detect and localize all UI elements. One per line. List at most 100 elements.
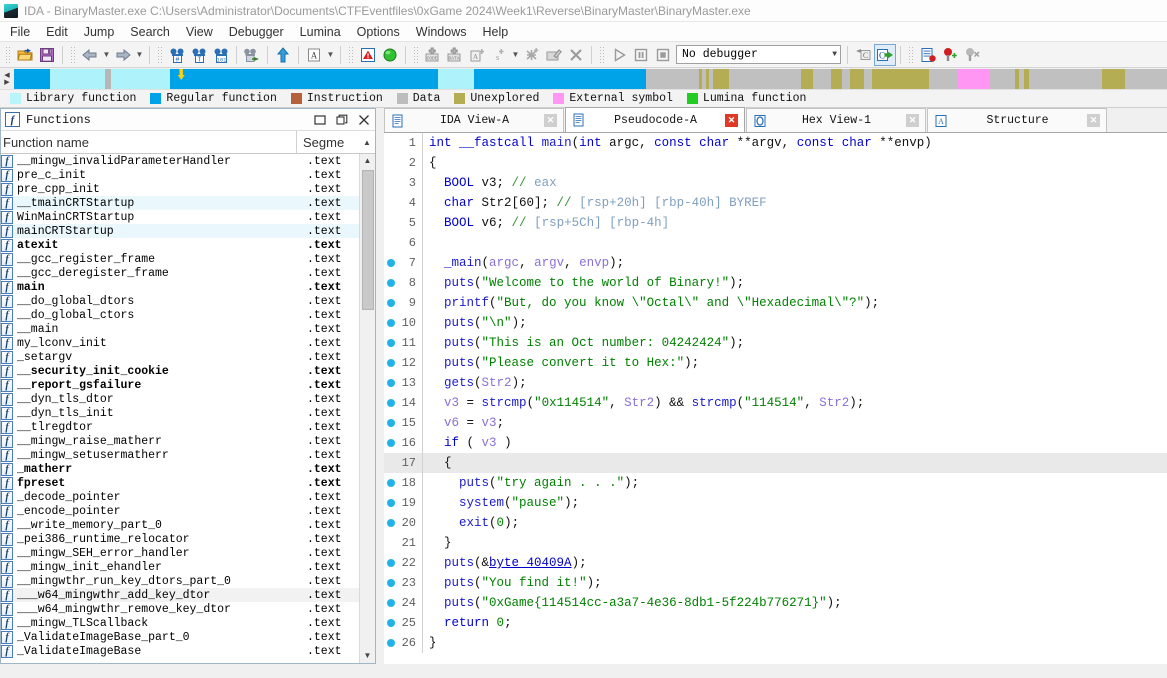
function-row[interactable]: f main .text xyxy=(1,280,359,294)
code-line[interactable]: 12 puts("Please convert it to Hex:"); xyxy=(384,353,1167,373)
breakpoint-gutter[interactable] xyxy=(384,599,398,607)
breakpoint-dot-icon[interactable] xyxy=(387,259,395,267)
function-row[interactable]: f ___w64_mingwthr_add_key_dtor .text xyxy=(1,588,359,602)
breakpoint-dot-icon[interactable] xyxy=(387,639,395,647)
code-line[interactable]: 1 int __fastcall main(int argc, const cha… xyxy=(384,133,1167,153)
function-row[interactable]: f __tmainCRTStartup .text xyxy=(1,196,359,210)
breakpoint-gutter[interactable] xyxy=(384,379,398,387)
code-line[interactable]: 13 gets(Str2); xyxy=(384,373,1167,393)
function-row[interactable]: f __mingw_invalidParameterHandler .text xyxy=(1,154,359,168)
add-struct-icon[interactable]: s xyxy=(488,44,510,66)
breakpoint-gutter[interactable] xyxy=(384,299,398,307)
functions-list[interactable]: f __mingw_invalidParameterHandler .textf pr… xyxy=(1,154,359,663)
breakpoint-gutter[interactable] xyxy=(384,479,398,487)
menu-item-file[interactable]: File xyxy=(2,23,38,41)
breakpoint-gutter[interactable] xyxy=(384,439,398,447)
jump-up-button[interactable] xyxy=(272,44,294,66)
function-row[interactable]: f _decode_pointer .text xyxy=(1,490,359,504)
toolbar-grip[interactable] xyxy=(908,45,914,64)
code-line[interactable]: 15 v6 = v3; xyxy=(384,413,1167,433)
code-line[interactable]: 20 exit(0); xyxy=(384,513,1167,533)
font-dropdown[interactable]: ▼ xyxy=(325,45,336,65)
close-x-icon[interactable]: ✕ xyxy=(906,114,919,127)
menu-item-jump[interactable]: Jump xyxy=(76,23,123,41)
function-row[interactable]: f __report_gsfailure .text xyxy=(1,378,359,392)
navigate-back-button[interactable] xyxy=(79,44,101,66)
menu-item-edit[interactable]: Edit xyxy=(38,23,76,41)
tab-pseudocode-a[interactable]: Pseudocode-A ✕ xyxy=(565,107,745,132)
close-x-icon[interactable]: ✕ xyxy=(725,113,738,127)
breakpoint-dot-icon[interactable] xyxy=(387,319,395,327)
function-row[interactable]: f __mingw_raise_matherr .text xyxy=(1,434,359,448)
maximize-button[interactable] xyxy=(331,110,353,130)
breakpoint-dot-icon[interactable] xyxy=(387,619,395,627)
breakpoint-gutter[interactable] xyxy=(384,339,398,347)
menu-item-debugger[interactable]: Debugger xyxy=(221,23,292,41)
search-bytes-button[interactable]: 101 xyxy=(210,44,232,66)
menu-item-windows[interactable]: Windows xyxy=(408,23,475,41)
tab-hex-view-1[interactable]: Hex View-1 ✕ xyxy=(746,108,926,132)
scroll-right-icon[interactable]: ▶ xyxy=(4,79,9,86)
delete-x-icon[interactable] xyxy=(565,44,587,66)
function-row[interactable]: f __do_global_dtors .text xyxy=(1,294,359,308)
function-row[interactable]: f ___w64_mingwthr_remove_key_dtor .text xyxy=(1,602,359,616)
function-row[interactable]: f __mingw_setusermatherr .text xyxy=(1,448,359,462)
function-row[interactable]: f __main .text xyxy=(1,322,359,336)
jump-xref-button[interactable] xyxy=(241,44,263,66)
function-row[interactable]: f mainCRTStartup .text xyxy=(1,224,359,238)
breakpoint-dot-icon[interactable] xyxy=(387,279,395,287)
letter-a-box-icon[interactable]: A xyxy=(303,44,325,66)
delete-breakpoint-button[interactable] xyxy=(961,44,983,66)
code-line[interactable]: 22 puts(&byte_40409A); xyxy=(384,553,1167,573)
breakpoint-dot-icon[interactable] xyxy=(387,559,395,567)
code-line[interactable]: 5 BOOL v6; // [rsp+5Ch] [rbp-4h] xyxy=(384,213,1167,233)
code-line[interactable]: 25 return 0; xyxy=(384,613,1167,633)
function-row[interactable]: f _encode_pointer .text xyxy=(1,504,359,518)
breakpoint-gutter[interactable] xyxy=(384,419,398,427)
code-line[interactable]: 2{ xyxy=(384,153,1167,173)
navigate-forward-button[interactable] xyxy=(112,44,134,66)
pseudocode-view[interactable]: 1 int __fastcall main(int argc, const cha… xyxy=(384,133,1167,664)
function-row[interactable]: f __dyn_tls_init .text xyxy=(1,406,359,420)
code-line[interactable]: 18 puts("try again . . ."); xyxy=(384,473,1167,493)
breakpoint-dot-icon[interactable] xyxy=(387,499,395,507)
breakpoint-dot-icon[interactable] xyxy=(387,359,395,367)
close-x-icon[interactable]: ✕ xyxy=(544,114,557,127)
breakpoint-dot-icon[interactable] xyxy=(387,479,395,487)
navigate-back-dropdown[interactable]: ▼ xyxy=(101,45,112,65)
breakpoint-dot-icon[interactable] xyxy=(387,519,395,527)
breakpoint-gutter[interactable] xyxy=(384,619,398,627)
breakpoint-dot-icon[interactable] xyxy=(387,299,395,307)
function-row[interactable]: f _ValidateImageBase .text xyxy=(1,644,359,658)
add-code-icon[interactable]: CODE xyxy=(422,44,444,66)
toolbar-grip[interactable] xyxy=(599,45,605,64)
tab-ida-view-a[interactable]: IDA View-A ✕ xyxy=(384,108,564,132)
breakpoint-gutter[interactable] xyxy=(384,259,398,267)
function-row[interactable]: f __write_memory_part_0 .text xyxy=(1,518,359,532)
code-line[interactable]: 6 xyxy=(384,233,1167,253)
search-hash-button[interactable]: # xyxy=(166,44,188,66)
function-row[interactable]: f __security_init_cookie .text xyxy=(1,364,359,378)
decompile-file-button[interactable]: C xyxy=(852,44,874,66)
menu-item-help[interactable]: Help xyxy=(474,23,516,41)
breakpoint-gutter[interactable] xyxy=(384,279,398,287)
green-sphere-icon[interactable] xyxy=(379,44,401,66)
function-row[interactable]: f atexit .text xyxy=(1,238,359,252)
save-file-button[interactable] xyxy=(36,44,58,66)
menu-item-search[interactable]: Search xyxy=(122,23,178,41)
function-row[interactable]: f pre_cpp_init .text xyxy=(1,182,359,196)
edit-function-icon[interactable] xyxy=(543,44,565,66)
toolbar-grip[interactable] xyxy=(157,45,163,64)
breakpoint-gutter[interactable] xyxy=(384,519,398,527)
column-header-segment[interactable]: Segme xyxy=(297,135,359,150)
functions-list-scrollbar[interactable]: ▲ ▼ xyxy=(359,154,375,663)
toolbar-grip[interactable] xyxy=(5,45,11,64)
code-line[interactable]: 17 { xyxy=(384,453,1167,473)
toolbar-grip[interactable] xyxy=(70,45,76,64)
breakpoint-gutter[interactable] xyxy=(384,559,398,567)
function-row[interactable]: f _pei386_runtime_relocator .text xyxy=(1,532,359,546)
function-row[interactable]: f __mingw_SEH_error_handler .text xyxy=(1,546,359,560)
function-row[interactable]: f my_lconv_init .text xyxy=(1,336,359,350)
code-line[interactable]: 16 if ( v3 ) xyxy=(384,433,1167,453)
column-header-function-name[interactable]: Function name xyxy=(1,135,296,150)
